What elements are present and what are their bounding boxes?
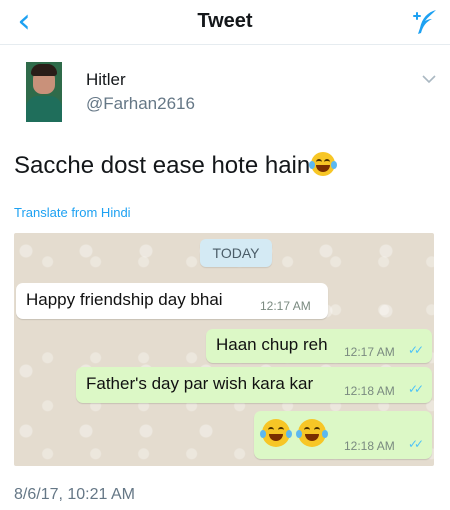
translate-link[interactable]: Translate from Hindi <box>14 205 131 220</box>
author-name[interactable]: Hitler <box>86 70 126 90</box>
chat-message-outgoing: Haan chup reh 12:17 AM ✓✓ <box>206 329 432 363</box>
chat-message-time: 12:18 AM <box>344 439 395 453</box>
chat-message-text: Haan chup reh <box>216 335 328 354</box>
top-navigation-bar: ‹ Tweet <box>0 0 450 45</box>
tweet-text: Sacche dost ease hote hain <box>14 152 338 180</box>
page-title: Tweet <box>197 10 253 32</box>
face-with-tears-of-joy-icon <box>309 152 338 176</box>
chat-message-text: Father's day par wish kara kar <box>86 374 314 393</box>
compose-tweet-icon[interactable] <box>408 6 440 38</box>
chat-screenshot: TODAY Happy friendship day bhai 12:17 AM… <box>14 233 434 466</box>
read-receipt-icon: ✓✓ <box>408 343 424 357</box>
chat-message-incoming: Happy friendship day bhai 12:17 AM <box>16 283 328 319</box>
chat-message-time: 12:17 AM <box>344 345 395 359</box>
chat-message-outgoing: 12:18 AM ✓✓ <box>254 411 432 459</box>
chevron-down-icon[interactable] <box>420 70 438 88</box>
tweet-text-content: Sacche dost ease hote hain <box>14 152 311 179</box>
date-separator: TODAY <box>200 239 272 267</box>
avatar[interactable] <box>26 62 62 122</box>
author-handle[interactable]: @Farhan2616 <box>86 94 195 114</box>
read-receipt-icon: ✓✓ <box>408 437 424 451</box>
chat-message-time: 12:18 AM <box>344 384 395 398</box>
chat-message-outgoing: Father's day par wish kara kar 12:18 AM … <box>76 367 432 403</box>
chat-message-time: 12:17 AM <box>260 299 311 313</box>
chat-message-text: Happy friendship day bhai <box>26 290 223 309</box>
face-with-tears-of-joy-icon <box>296 419 328 447</box>
tweet-timestamp: 8/6/17, 10:21 AM <box>14 486 135 503</box>
face-with-tears-of-joy-icon <box>260 419 292 447</box>
read-receipt-icon: ✓✓ <box>408 382 424 396</box>
